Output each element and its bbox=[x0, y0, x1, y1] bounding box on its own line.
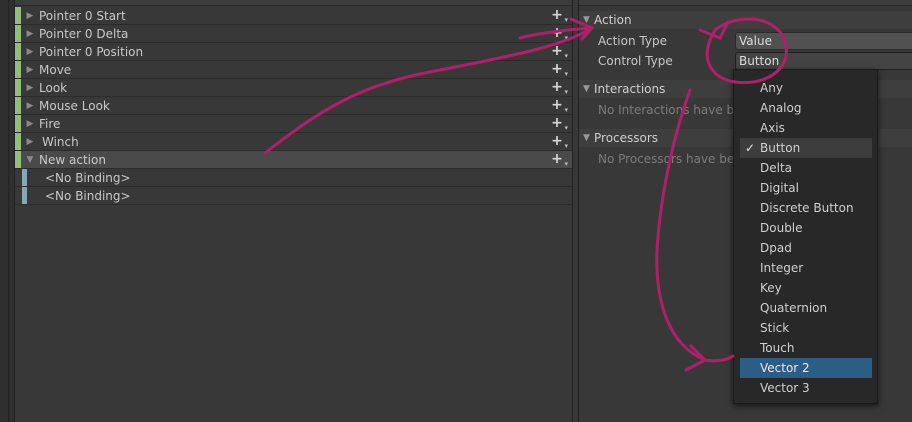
menu-item-label: Vector 3 bbox=[760, 381, 810, 395]
menu-item[interactable]: Quaternion bbox=[740, 298, 872, 318]
action-label: Winch bbox=[42, 134, 79, 149]
menu-item[interactable]: Axis bbox=[740, 118, 872, 138]
action-row[interactable]: ▶ Pointer 0 Delta + bbox=[15, 25, 572, 45]
properties-header-strip bbox=[579, 0, 912, 6]
action-label: Pointer 0 Start bbox=[39, 8, 126, 23]
triangle-right-icon[interactable]: ▶ bbox=[21, 101, 39, 111]
processors-empty-text: No Processors have bee bbox=[598, 152, 742, 166]
menu-item-label: Quaternion bbox=[760, 301, 828, 315]
menu-item-label: Touch bbox=[760, 341, 795, 355]
action-row[interactable]: ▶ Mouse Look + bbox=[15, 97, 572, 117]
action-type-row: Action Type Value bbox=[579, 31, 912, 51]
action-type-dropdown[interactable]: Value bbox=[735, 32, 912, 50]
menu-item-label: Double bbox=[760, 221, 803, 235]
action-row[interactable]: ▶ Move + bbox=[15, 61, 572, 81]
menu-item[interactable]: Any bbox=[740, 78, 872, 98]
action-row[interactable]: ▶ Pointer 0 Start + bbox=[15, 7, 572, 27]
triangle-right-icon[interactable]: ▶ bbox=[21, 11, 39, 21]
menu-item-label: Delta bbox=[760, 161, 793, 175]
binding-color-bar bbox=[22, 187, 27, 204]
menu-item[interactable]: Delta bbox=[740, 158, 872, 178]
plus-dropdown-icon[interactable]: + bbox=[550, 116, 568, 135]
left-gutter bbox=[0, 0, 15, 422]
action-label: Move bbox=[39, 62, 72, 77]
menu-item[interactable]: Stick bbox=[740, 318, 872, 338]
action-row[interactable]: ▶ Winch + bbox=[15, 133, 572, 153]
menu-item[interactable]: Dpad bbox=[740, 238, 872, 258]
menu-item-label: Button bbox=[760, 141, 801, 155]
triangle-right-icon[interactable]: ▶ bbox=[21, 47, 39, 57]
triangle-right-icon[interactable]: ▶ bbox=[21, 119, 39, 129]
action-label: Fire bbox=[39, 116, 61, 131]
triangle-right-icon[interactable]: ▶ bbox=[21, 137, 39, 147]
plus-dropdown-icon[interactable]: + bbox=[550, 80, 568, 99]
control-type-menu: Any Analog Axis ✓ Button Delta Digital Di… bbox=[733, 69, 878, 404]
action-row[interactable]: ▶ Fire + bbox=[15, 115, 572, 135]
binding-label: <No Binding> bbox=[45, 188, 131, 203]
binding-color-bar bbox=[22, 169, 27, 186]
triangle-right-icon[interactable]: ▶ bbox=[21, 29, 39, 39]
actions-panel: ▶ Pointer 0 Start + ▶ Pointer 0 Delta + … bbox=[15, 0, 573, 422]
menu-item-label: Dpad bbox=[760, 241, 792, 255]
section-title: Action bbox=[594, 13, 632, 27]
action-label: Mouse Look bbox=[39, 98, 110, 113]
action-row[interactable]: ▶ Pointer 0 Position + bbox=[15, 43, 572, 63]
section-title: Processors bbox=[594, 131, 659, 145]
triangle-down-icon[interactable]: ▼ bbox=[579, 133, 594, 143]
triangle-right-icon[interactable]: ▶ bbox=[21, 65, 39, 75]
actions-header-strip bbox=[15, 0, 572, 6]
binding-row[interactable]: <No Binding> bbox=[15, 169, 572, 187]
menu-item-highlighted[interactable]: Vector 2 bbox=[740, 358, 872, 378]
action-label: Pointer 0 Position bbox=[39, 44, 144, 59]
menu-item[interactable]: Integer bbox=[740, 258, 872, 278]
triangle-down-icon[interactable]: ▼ bbox=[579, 84, 594, 94]
gutter-divider bbox=[8, 0, 9, 422]
plus-dropdown-icon[interactable]: + bbox=[550, 8, 568, 27]
plus-dropdown-icon[interactable]: + bbox=[550, 44, 568, 63]
menu-item[interactable]: Digital bbox=[740, 178, 872, 198]
menu-item[interactable]: Analog bbox=[740, 98, 872, 118]
triangle-down-icon[interactable]: ▼ bbox=[579, 15, 594, 25]
menu-item-label: Digital bbox=[760, 181, 799, 195]
menu-item-label: Stick bbox=[760, 321, 790, 335]
binding-label: <No Binding> bbox=[45, 170, 131, 185]
menu-item-label: Vector 2 bbox=[760, 361, 810, 375]
plus-dropdown-icon[interactable]: + bbox=[550, 134, 568, 153]
plus-dropdown-icon[interactable]: + bbox=[550, 26, 568, 45]
action-label: New action bbox=[39, 152, 106, 167]
action-section-header[interactable]: ▼ Action bbox=[579, 11, 912, 29]
plus-dropdown-icon[interactable]: + bbox=[550, 98, 568, 117]
control-type-label: Control Type bbox=[598, 54, 673, 68]
triangle-down-icon[interactable]: ▼ bbox=[21, 155, 39, 165]
menu-item-label: Discrete Button bbox=[760, 201, 854, 215]
menu-item[interactable]: Touch bbox=[740, 338, 872, 358]
action-label: Pointer 0 Delta bbox=[39, 26, 129, 41]
menu-item-label: Any bbox=[760, 81, 783, 95]
menu-item[interactable]: Discrete Button bbox=[740, 198, 872, 218]
control-type-dropdown[interactable]: Button bbox=[735, 52, 912, 70]
menu-item[interactable]: Vector 3 bbox=[740, 378, 872, 398]
triangle-right-icon[interactable]: ▶ bbox=[21, 83, 39, 93]
menu-item-label: Analog bbox=[760, 101, 802, 115]
plus-dropdown-icon[interactable]: + bbox=[550, 62, 568, 81]
menu-item[interactable]: Key bbox=[740, 278, 872, 298]
action-label: Look bbox=[39, 80, 68, 95]
menu-item-label: Axis bbox=[760, 121, 785, 135]
action-row-selected[interactable]: ▼ New action + bbox=[15, 151, 572, 171]
menu-item-label: Key bbox=[760, 281, 782, 295]
interactions-empty-text: No Interactions have bee bbox=[598, 103, 749, 117]
menu-item[interactable]: Double bbox=[740, 218, 872, 238]
binding-row[interactable]: <No Binding> bbox=[15, 187, 572, 205]
menu-item-selected[interactable]: ✓ Button bbox=[740, 138, 872, 158]
plus-dropdown-icon[interactable]: + bbox=[550, 152, 568, 171]
menu-item-label: Integer bbox=[760, 261, 804, 275]
action-type-label: Action Type bbox=[598, 34, 667, 48]
action-row[interactable]: ▶ Look + bbox=[15, 79, 572, 99]
checkmark-icon: ✓ bbox=[744, 141, 756, 155]
section-title: Interactions bbox=[594, 82, 666, 96]
control-type-row: Control Type Button bbox=[579, 51, 912, 71]
